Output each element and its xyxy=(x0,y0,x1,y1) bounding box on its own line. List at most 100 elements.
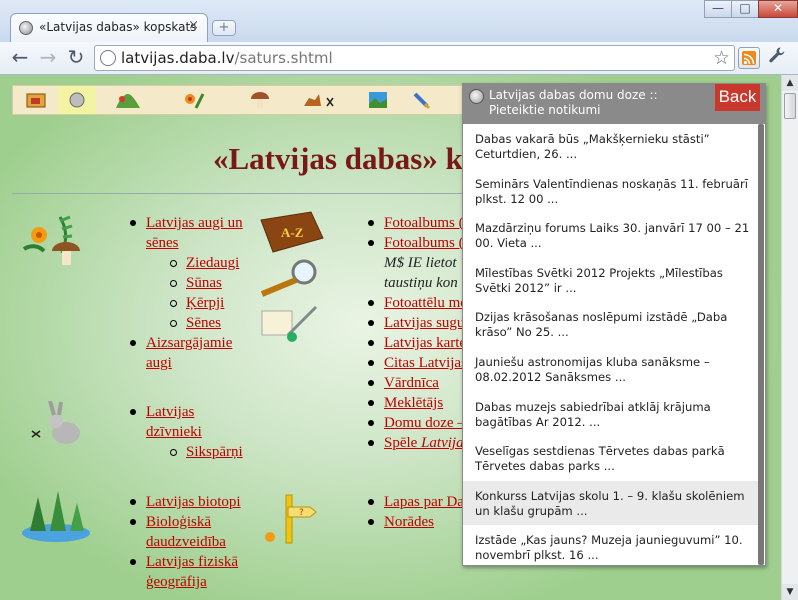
link-senes[interactable]: Sēnes xyxy=(186,315,221,331)
list-item: Lapas par Da xyxy=(366,492,476,512)
plants-list: Latvijas augi un sēnes Ziedaugi Sūnas Ķē… xyxy=(128,213,248,373)
mushroom-strip-icon[interactable] xyxy=(249,90,271,110)
link-biotopi[interactable]: Latvijas biotopi xyxy=(146,494,241,510)
home-folder-icon[interactable] xyxy=(25,90,47,110)
event-item[interactable]: Dabas vakarā būs „Makšķernieku stāsti” C… xyxy=(463,124,758,169)
link-lapas[interactable]: Lapas par Da xyxy=(384,494,464,510)
list-note: M$ IE lietot xyxy=(366,253,476,273)
scroll-down-arrow-icon[interactable]: ▼ xyxy=(782,584,798,600)
link-aizsargajamie[interactable]: Aizsargājamie augi xyxy=(146,335,232,371)
flower-mushroom-illustration xyxy=(22,215,80,265)
list-item: Ziedaugi xyxy=(168,253,248,273)
link-sugu[interactable]: Latvijas sugu xyxy=(384,315,464,331)
list-item: Citas Latvijas xyxy=(366,353,476,373)
list-item: Latvijas dzīvnieki xyxy=(128,402,248,442)
link-fotoalbums-2[interactable]: Fotoalbums ( xyxy=(384,235,464,251)
link-sunas[interactable]: Sūnas xyxy=(186,275,222,291)
list-item: Norādes xyxy=(366,512,476,532)
scroll-thumb[interactable] xyxy=(784,93,796,119)
book-illustration: A-Z xyxy=(260,211,324,253)
scroll-up-arrow-icon[interactable]: ▲ xyxy=(782,75,798,91)
new-tab-button[interactable]: + xyxy=(212,20,236,36)
note-text: taustiņu kon xyxy=(384,275,458,291)
list-item: Latvijas fiziskā ģeogrāfija xyxy=(128,552,248,592)
event-item[interactable]: Dzijas krāsošanas noslēpumi izstādē „Dab… xyxy=(463,302,758,347)
link-geografija[interactable]: Latvijas fiziskā ģeogrāfija xyxy=(146,554,238,590)
event-list: Dabas vakarā būs „Makšķernieku stāsti” C… xyxy=(463,124,758,565)
maximize-button[interactable]: □ xyxy=(731,0,759,18)
page-info-icon[interactable] xyxy=(100,50,116,66)
list-item: Latvijas augi un sēnes xyxy=(128,213,248,253)
list-item: Sūnas xyxy=(168,273,248,293)
scroll-quill-illustration xyxy=(261,305,318,342)
list-item: Fotoalbums ( xyxy=(366,213,476,233)
list-item: Sēnes xyxy=(168,313,248,333)
link-kerpji[interactable]: Ķērpji xyxy=(186,295,224,311)
link-domu-doze[interactable]: Domu doze – xyxy=(384,415,465,431)
globe-strip-icon[interactable] xyxy=(66,90,88,110)
list-item: Aizsargājamie augi xyxy=(128,333,248,373)
link-spele[interactable]: Spēle Latvija xyxy=(384,435,464,451)
flower-strip-icon[interactable] xyxy=(181,90,207,110)
link-vardnica[interactable]: Vārdnīca xyxy=(384,375,439,391)
svg-text:A-Z: A-Z xyxy=(281,225,304,240)
event-item[interactable]: Jauniešu astronomijas kluba sanāksme – 0… xyxy=(463,347,758,392)
animals-strip-icon[interactable] xyxy=(301,90,337,110)
event-item[interactable]: Veselīgas sestdienas Tērvetes dabas park… xyxy=(463,436,758,481)
close-window-button[interactable]: ✕ xyxy=(758,0,798,18)
page-scrollbar[interactable]: ▲ ▼ xyxy=(781,75,798,600)
biotopes-list: Latvijas biotopi Bioloģiskā daudzveidība… xyxy=(128,492,248,592)
biotope-illustration xyxy=(22,491,90,542)
link-dzivnieki[interactable]: Latvijas dzīvnieki xyxy=(146,404,202,440)
minimize-button[interactable]: — xyxy=(704,0,732,18)
list-item: Latvijas karte xyxy=(366,333,476,353)
list-item: Fotoalbums ( xyxy=(366,233,476,253)
link-augi-senes[interactable]: Latvijas augi un sēnes xyxy=(146,215,243,251)
link-biologiska[interactable]: Bioloģiskā daudzveidība xyxy=(146,514,226,550)
popup-scrollbar[interactable] xyxy=(758,124,764,565)
popup-header: Latvijas dabas domu doze :: Pieteiktie n… xyxy=(463,84,765,124)
landscape-strip-icon[interactable] xyxy=(367,90,389,110)
link-ziedaugi[interactable]: Ziedaugi xyxy=(186,255,239,271)
event-item[interactable]: Seminārs Valentīndienas noskaņās 11. feb… xyxy=(463,169,758,214)
event-item[interactable]: Dabas muzejs sabiedrībai atklāj krājuma … xyxy=(463,392,758,437)
tool-strip-icon[interactable] xyxy=(411,90,433,110)
nav-column-1: Latvijas augi un sēnes Ziedaugi Sūnas Ķē… xyxy=(128,213,248,373)
link-fotoalbums-1[interactable]: Fotoalbums ( xyxy=(384,215,464,231)
event-item[interactable]: Izstāde „Kas jauns? Muzeja jaunieguvumi”… xyxy=(463,525,758,565)
wrench-icon[interactable] xyxy=(768,46,786,69)
back-icon[interactable]: ← xyxy=(8,45,32,69)
svg-text:?: ? xyxy=(299,508,304,518)
event-item[interactable]: Mīlestības Svētki 2012 Projekts „Mīlestī… xyxy=(463,258,758,303)
site-logo-icon xyxy=(469,89,484,104)
list-item: Fotoattēlu me xyxy=(366,293,476,313)
link-citas[interactable]: Citas Latvijas xyxy=(384,355,467,371)
plants-strip-icon[interactable] xyxy=(113,90,143,110)
list-item: Ķērpji xyxy=(168,293,248,313)
tab-close-icon[interactable]: × xyxy=(188,18,199,33)
bookmark-star-icon[interactable]: ☆ xyxy=(713,47,730,69)
rss-icon xyxy=(742,51,756,65)
tab-favicon-icon xyxy=(19,21,33,35)
section-icon-strip xyxy=(12,85,467,115)
browser-toolbar: ← → ↻ latvijas.daba.lv/saturs.shtml ☆ xyxy=(0,42,798,75)
link-siksparni[interactable]: Sikspārņi xyxy=(186,444,243,460)
page-title: «Latvijas dabas» k xyxy=(213,141,463,176)
url-text: latvijas.daba.lv/saturs.shtml xyxy=(121,49,333,67)
rss-extension-button[interactable] xyxy=(738,47,760,69)
browser-tab[interactable]: «Latvijas dabas» kopskats × xyxy=(10,13,208,42)
link-karte[interactable]: Latvijas karte xyxy=(384,335,466,351)
list-item: Bioloģiskā daudzveidība xyxy=(128,512,248,552)
signpost-illustration: ? xyxy=(265,494,317,544)
back-button[interactable]: Back xyxy=(715,84,760,111)
address-bar[interactable]: latvijas.daba.lv/saturs.shtml ☆ xyxy=(94,45,735,71)
window-titlebar: «Latvijas dabas» kopskats × + — □ ✕ xyxy=(0,0,798,42)
event-item-hovered[interactable]: Konkurss Latvijas skolu 1. – 9. klašu sk… xyxy=(463,480,758,526)
forward-icon[interactable]: → xyxy=(36,45,60,69)
link-fotoattelu[interactable]: Fotoattēlu me xyxy=(384,295,467,311)
reload-icon[interactable]: ↻ xyxy=(64,45,88,69)
link-mekletajs[interactable]: Meklētājs xyxy=(384,395,443,411)
event-item[interactable]: Mazdārziņu forums Laiks 30. janvārī 17 0… xyxy=(463,213,758,258)
resources-list: Fotoalbums ( Fotoalbums ( M$ IE lietot t… xyxy=(366,213,476,453)
link-norades[interactable]: Norādes xyxy=(384,514,434,530)
